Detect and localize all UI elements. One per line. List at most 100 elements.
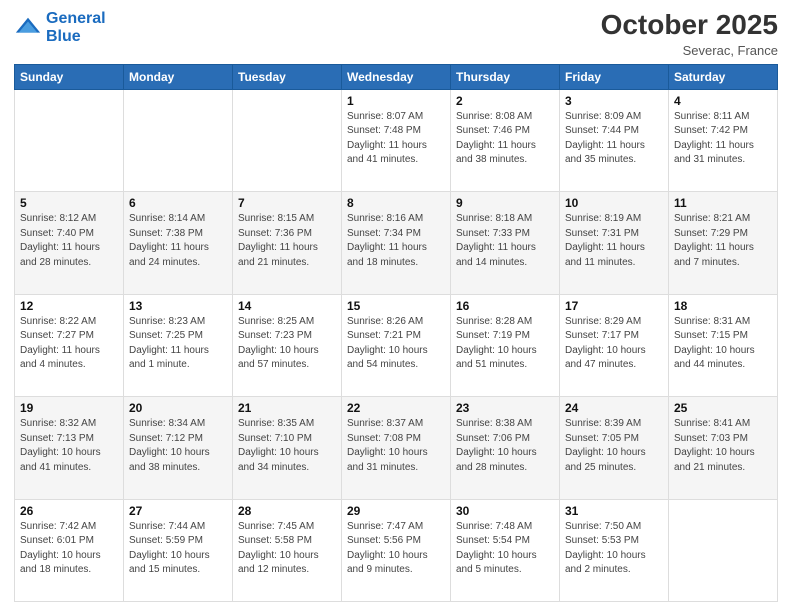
calendar-cell: 16 Sunrise: 8:28 AMSunset: 7:19 PMDayligh… <box>451 294 560 396</box>
day-info: Sunrise: 8:19 AMSunset: 7:31 PMDaylight:… <box>565 212 663 270</box>
calendar-week-3: 12Sunrise: 8:22 AMSunset: 7:27 PMDayligh… <box>15 294 778 396</box>
day-number: 20 <box>129 401 227 415</box>
month-year: October 2025 <box>601 10 778 41</box>
day-number: 29 <box>347 504 445 518</box>
day-number: 14 <box>238 299 336 313</box>
day-number: 25 <box>674 401 772 415</box>
day-info: Sunrise: 8:41 AMSunset: 7:03 PMDaylight:… <box>674 417 772 475</box>
day-info: Sunrise: 7:48 AMSunset: 5:54 PMDaylight:… <box>456 520 554 578</box>
calendar-cell: 12Sunrise: 8:22 AMSunset: 7:27 PMDayligh… <box>15 294 124 396</box>
day-info: Sunrise: 8:23 AMSunset: 7:25 PMDaylight:… <box>129 315 227 373</box>
day-info: Sunrise: 7:45 AMSunset: 5:58 PMDaylight:… <box>238 520 336 578</box>
day-info: Sunrise: 8:07 AMSunset: 7:48 PMDaylight:… <box>347 110 445 168</box>
calendar-cell: 2 Sunrise: 8:08 AMSunset: 7:46 PMDaylight… <box>451 89 560 191</box>
day-number: 26 <box>20 504 118 518</box>
day-number: 22 <box>347 401 445 415</box>
day-number: 17 <box>565 299 663 313</box>
calendar-cell: 9 Sunrise: 8:18 AMSunset: 7:33 PMDaylight… <box>451 192 560 294</box>
calendar-cell: 30 Sunrise: 7:48 AMSunset: 5:54 PMDayligh… <box>451 499 560 601</box>
day-number: 7 <box>238 196 336 210</box>
day-info: Sunrise: 8:11 AMSunset: 7:42 PMDaylight:… <box>674 110 772 168</box>
logo-text: General Blue <box>46 10 106 45</box>
day-number: 12 <box>20 299 118 313</box>
day-info: Sunrise: 8:39 AMSunset: 7:05 PMDaylight:… <box>565 417 663 475</box>
day-info: Sunrise: 8:14 AMSunset: 7:38 PMDaylight:… <box>129 212 227 270</box>
day-number: 15 <box>347 299 445 313</box>
day-number: 16 <box>456 299 554 313</box>
day-info: Sunrise: 8:09 AMSunset: 7:44 PMDaylight:… <box>565 110 663 168</box>
day-number: 10 <box>565 196 663 210</box>
calendar-cell: 7 Sunrise: 8:15 AMSunset: 7:36 PMDaylight… <box>233 192 342 294</box>
calendar-cell: 5Sunrise: 8:12 AMSunset: 7:40 PMDaylight… <box>15 192 124 294</box>
day-number: 11 <box>674 196 772 210</box>
calendar-cell: 14 Sunrise: 8:25 AMSunset: 7:23 PMDayligh… <box>233 294 342 396</box>
calendar-cell: 13 Sunrise: 8:23 AMSunset: 7:25 PMDayligh… <box>124 294 233 396</box>
calendar-cell: 1 Sunrise: 8:07 AMSunset: 7:48 PMDaylight… <box>342 89 451 191</box>
calendar-week-4: 19 Sunrise: 8:32 AMSunset: 7:13 PMDayligh… <box>15 397 778 499</box>
calendar-cell: 17 Sunrise: 8:29 AMSunset: 7:17 PMDayligh… <box>560 294 669 396</box>
day-number: 3 <box>565 94 663 108</box>
day-info: Sunrise: 8:26 AMSunset: 7:21 PMDaylight:… <box>347 315 445 373</box>
page: General Blue October 2025 Severac, Franc… <box>0 0 792 612</box>
day-number: 1 <box>347 94 445 108</box>
day-number: 8 <box>347 196 445 210</box>
calendar-cell: 3 Sunrise: 8:09 AMSunset: 7:44 PMDaylight… <box>560 89 669 191</box>
day-info: Sunrise: 8:16 AMSunset: 7:34 PMDaylight:… <box>347 212 445 270</box>
day-info: Sunrise: 8:18 AMSunset: 7:33 PMDaylight:… <box>456 212 554 270</box>
col-monday: Monday <box>124 64 233 89</box>
day-number: 13 <box>129 299 227 313</box>
location: Severac, France <box>601 43 778 58</box>
calendar-cell <box>233 89 342 191</box>
day-info: Sunrise: 8:38 AMSunset: 7:06 PMDaylight:… <box>456 417 554 475</box>
day-number: 18 <box>674 299 772 313</box>
day-info: Sunrise: 8:12 AMSunset: 7:40 PMDaylight:… <box>20 212 118 270</box>
day-info: Sunrise: 8:08 AMSunset: 7:46 PMDaylight:… <box>456 110 554 168</box>
calendar-cell: 10 Sunrise: 8:19 AMSunset: 7:31 PMDayligh… <box>560 192 669 294</box>
day-number: 24 <box>565 401 663 415</box>
day-info: Sunrise: 8:29 AMSunset: 7:17 PMDaylight:… <box>565 315 663 373</box>
calendar-cell <box>669 499 778 601</box>
day-info: Sunrise: 8:25 AMSunset: 7:23 PMDaylight:… <box>238 315 336 373</box>
calendar-cell: 8 Sunrise: 8:16 AMSunset: 7:34 PMDaylight… <box>342 192 451 294</box>
day-info: Sunrise: 8:31 AMSunset: 7:15 PMDaylight:… <box>674 315 772 373</box>
calendar-cell: 28Sunrise: 7:45 AMSunset: 5:58 PMDayligh… <box>233 499 342 601</box>
calendar-cell: 18 Sunrise: 8:31 AMSunset: 7:15 PMDayligh… <box>669 294 778 396</box>
day-info: Sunrise: 8:15 AMSunset: 7:36 PMDaylight:… <box>238 212 336 270</box>
day-number: 6 <box>129 196 227 210</box>
day-info: Sunrise: 7:44 AMSunset: 5:59 PMDaylight:… <box>129 520 227 578</box>
day-number: 31 <box>565 504 663 518</box>
title-block: October 2025 Severac, France <box>601 10 778 58</box>
col-thursday: Thursday <box>451 64 560 89</box>
calendar-cell: 21Sunrise: 8:35 AMSunset: 7:10 PMDayligh… <box>233 397 342 499</box>
day-info: Sunrise: 7:42 AMSunset: 6:01 PMDaylight:… <box>20 520 118 578</box>
day-info: Sunrise: 8:21 AMSunset: 7:29 PMDaylight:… <box>674 212 772 270</box>
day-number: 23 <box>456 401 554 415</box>
col-wednesday: Wednesday <box>342 64 451 89</box>
header: General Blue October 2025 Severac, Franc… <box>14 10 778 58</box>
day-number: 30 <box>456 504 554 518</box>
calendar-week-1: 1 Sunrise: 8:07 AMSunset: 7:48 PMDaylight… <box>15 89 778 191</box>
day-info: Sunrise: 8:35 AMSunset: 7:10 PMDaylight:… <box>238 417 336 475</box>
calendar-cell: 29Sunrise: 7:47 AMSunset: 5:56 PMDayligh… <box>342 499 451 601</box>
day-number: 2 <box>456 94 554 108</box>
calendar-cell: 24 Sunrise: 8:39 AMSunset: 7:05 PMDayligh… <box>560 397 669 499</box>
calendar-cell: 23 Sunrise: 8:38 AMSunset: 7:06 PMDayligh… <box>451 397 560 499</box>
calendar-cell: 25 Sunrise: 8:41 AMSunset: 7:03 PMDayligh… <box>669 397 778 499</box>
day-info: Sunrise: 7:50 AMSunset: 5:53 PMDaylight:… <box>565 520 663 578</box>
day-info: Sunrise: 8:28 AMSunset: 7:19 PMDaylight:… <box>456 315 554 373</box>
calendar-cell: 26 Sunrise: 7:42 AMSunset: 6:01 PMDayligh… <box>15 499 124 601</box>
calendar-cell: 27 Sunrise: 7:44 AMSunset: 5:59 PMDayligh… <box>124 499 233 601</box>
calendar-cell: 11 Sunrise: 8:21 AMSunset: 7:29 PMDayligh… <box>669 192 778 294</box>
day-number: 19 <box>20 401 118 415</box>
calendar-cell: 19 Sunrise: 8:32 AMSunset: 7:13 PMDayligh… <box>15 397 124 499</box>
col-saturday: Saturday <box>669 64 778 89</box>
day-info: Sunrise: 8:32 AMSunset: 7:13 PMDaylight:… <box>20 417 118 475</box>
day-number: 27 <box>129 504 227 518</box>
calendar-cell: 15 Sunrise: 8:26 AMSunset: 7:21 PMDayligh… <box>342 294 451 396</box>
calendar-cell: 4Sunrise: 8:11 AMSunset: 7:42 PMDaylight… <box>669 89 778 191</box>
calendar-cell <box>15 89 124 191</box>
day-number: 9 <box>456 196 554 210</box>
col-sunday: Sunday <box>15 64 124 89</box>
calendar-cell: 6 Sunrise: 8:14 AMSunset: 7:38 PMDaylight… <box>124 192 233 294</box>
calendar-cell <box>124 89 233 191</box>
